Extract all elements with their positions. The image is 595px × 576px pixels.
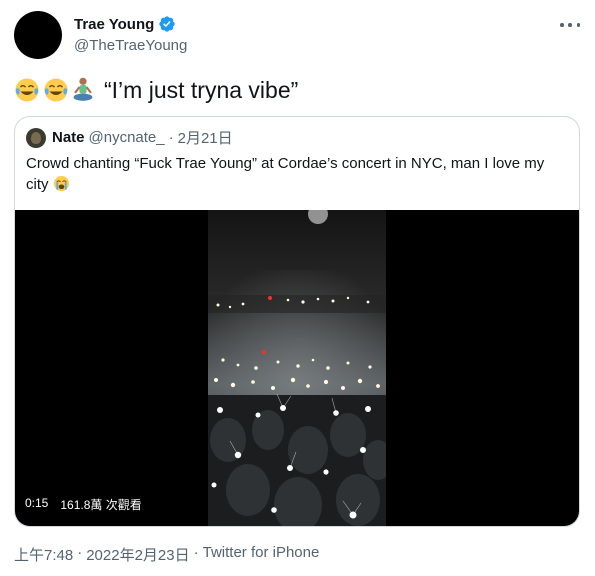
quoted-tweet-date[interactable]: 2月21日 (178, 127, 233, 148)
tweet-text: “I’m just tryna vibe” (14, 76, 574, 104)
more-horizontal-icon[interactable] (560, 15, 580, 35)
tweet-source[interactable]: Twitter for iPhone (203, 544, 320, 565)
loudly-crying-emoji-icon (53, 175, 69, 192)
quoted-tweet-header: Nate @nycnate_ · 2月21日 (26, 127, 233, 148)
author-name-row: Trae Young (74, 15, 176, 33)
tweet-header: Trae Young @TheTraeYoung (14, 11, 584, 59)
video-player[interactable]: 0:15 161.8萬 次觀看 (15, 210, 579, 527)
quoted-tweet[interactable]: Nate @nycnate_ · 2月21日 Crowd chanting “F… (14, 116, 580, 527)
tweet-date[interactable]: 2022年2月23日 (86, 544, 189, 565)
tweet-time[interactable]: 上午7:48 (14, 544, 73, 565)
video-duration: 0:15 (25, 496, 49, 510)
video-thumbnail[interactable] (208, 210, 386, 527)
quoted-author-handle[interactable]: @nycnate_ (89, 129, 165, 146)
separator-dot: · (77, 544, 83, 561)
lotus-position-emoji-icon (73, 77, 93, 101)
tweet-footer: 上午7:48 · 2022年2月23日 · Twitter for iPhone (14, 544, 319, 565)
separator-dot: · (193, 544, 199, 561)
quoted-author-avatar[interactable] (26, 127, 46, 148)
video-overlay-info: 0:15 161.8萬 次觀看 (25, 496, 142, 513)
author-handle[interactable]: @TheTraeYoung (74, 37, 187, 54)
tweet-body-text: “I’m just tryna vibe” (104, 77, 299, 103)
tears-of-joy-emoji-icon (15, 78, 39, 102)
author-avatar[interactable] (14, 11, 62, 59)
tears-of-joy-emoji-icon (44, 78, 68, 102)
author-display-name[interactable]: Trae Young (74, 16, 154, 33)
quoted-author-name[interactable]: Nate (52, 129, 85, 146)
quoted-tweet-text: Crowd chanting “Fuck Trae Young” at Cord… (26, 153, 566, 195)
verified-badge-icon (159, 16, 175, 32)
quoted-tweet-body: Crowd chanting “Fuck Trae Young” at Cord… (26, 155, 545, 193)
separator-dot: · (168, 129, 174, 146)
video-view-count: 161.8萬 次觀看 (60, 498, 142, 512)
